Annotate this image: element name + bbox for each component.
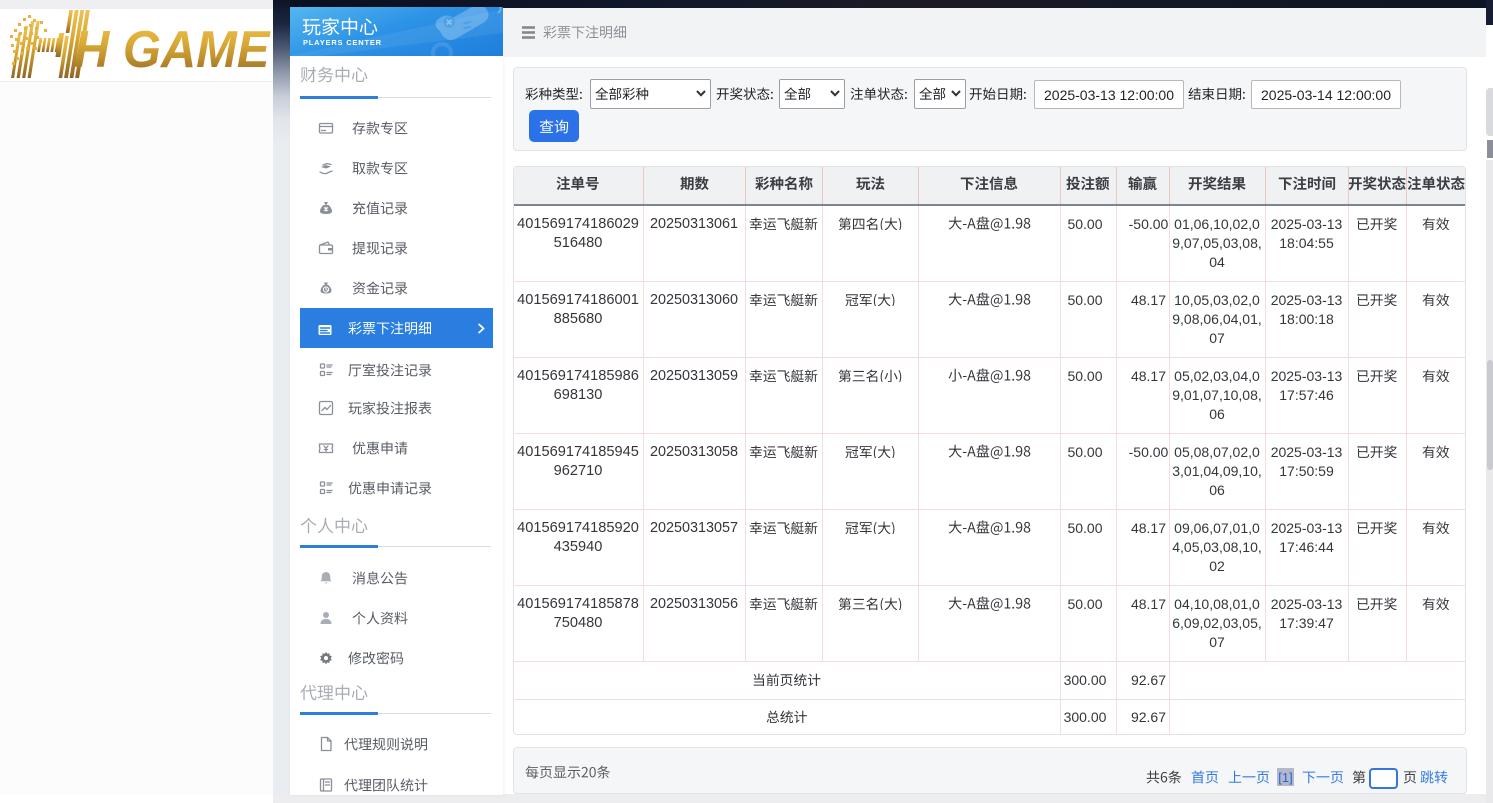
- svg-text:H GAME: H GAME: [74, 20, 271, 79]
